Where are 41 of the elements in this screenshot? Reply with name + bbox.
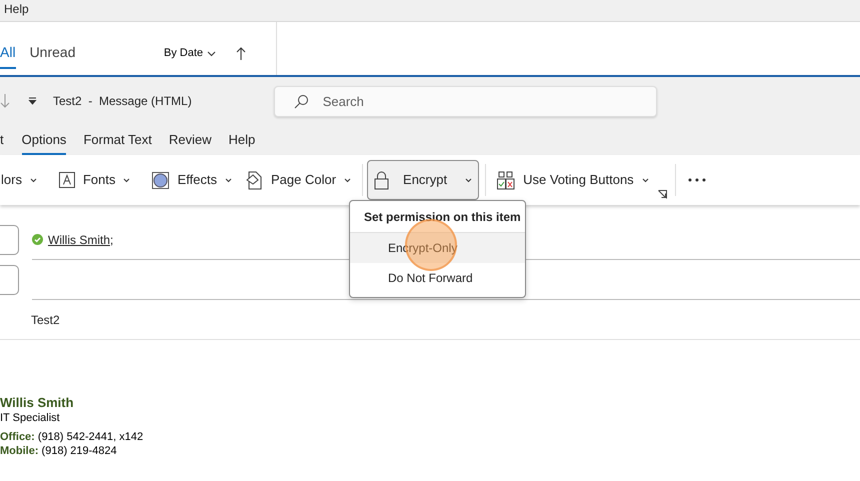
window-title: Test2 - Message (HTML) bbox=[53, 93, 192, 110]
font-icon bbox=[58, 172, 75, 188]
subject-field[interactable]: Test2 bbox=[31, 310, 60, 328]
customize-toolbar-icon[interactable] bbox=[28, 97, 37, 105]
ribbon-tab[interactable]: t bbox=[0, 130, 4, 155]
dropdown-button[interactable]: lors bbox=[0, 160, 44, 200]
ribbon-tab[interactable]: Format Text bbox=[83, 130, 152, 155]
circle-icon bbox=[152, 172, 170, 188]
dropdown-button[interactable]: Page Color bbox=[238, 160, 358, 200]
more-options-icon[interactable] bbox=[688, 178, 706, 182]
signature-name: Willis Smith bbox=[0, 395, 75, 411]
to-button[interactable] bbox=[0, 225, 19, 255]
caret-icon bbox=[123, 178, 130, 182]
split-button[interactable]: Encrypt bbox=[367, 160, 480, 200]
filter-tab[interactable]: All bbox=[0, 38, 16, 69]
dropdown-button[interactable]: Fonts bbox=[52, 160, 138, 200]
ribbon-tab[interactable]: Help bbox=[228, 130, 256, 155]
dropdown-button[interactable]: Effects bbox=[145, 160, 239, 200]
recipient-name[interactable]: Willis Smith; bbox=[48, 230, 114, 248]
contact-line: Office: (918) 542-2441, x142 bbox=[0, 430, 144, 444]
caret-icon bbox=[30, 178, 37, 182]
sort-dropdown[interactable]: By Date bbox=[158, 44, 222, 63]
search-field[interactable]: Search bbox=[274, 86, 657, 116]
contact-line: Mobile: (918) 219-4824 bbox=[0, 444, 118, 458]
dropdown-button[interactable]: Use Voting Buttons bbox=[490, 160, 656, 200]
caret-icon bbox=[642, 178, 649, 182]
caret-icon bbox=[207, 50, 216, 56]
ribbon-tab[interactable]: Review bbox=[168, 130, 212, 155]
lock-icon bbox=[374, 170, 390, 190]
voting-boxes-icon bbox=[497, 170, 516, 190]
filter-tab[interactable]: Unread bbox=[30, 38, 76, 69]
paint-bucket-icon bbox=[246, 170, 263, 190]
menu-item[interactable]: Do Not Forward bbox=[350, 263, 525, 293]
sort-direction-icon[interactable] bbox=[236, 46, 246, 60]
caret-icon bbox=[344, 178, 352, 182]
cc-button[interactable] bbox=[0, 265, 19, 295]
caret-icon bbox=[465, 178, 472, 182]
menu-item[interactable]: Help bbox=[4, 2, 29, 16]
signature-title: IT Specialist bbox=[0, 411, 61, 425]
caret-icon bbox=[224, 178, 232, 182]
dialog-launcher-icon[interactable] bbox=[658, 190, 667, 199]
